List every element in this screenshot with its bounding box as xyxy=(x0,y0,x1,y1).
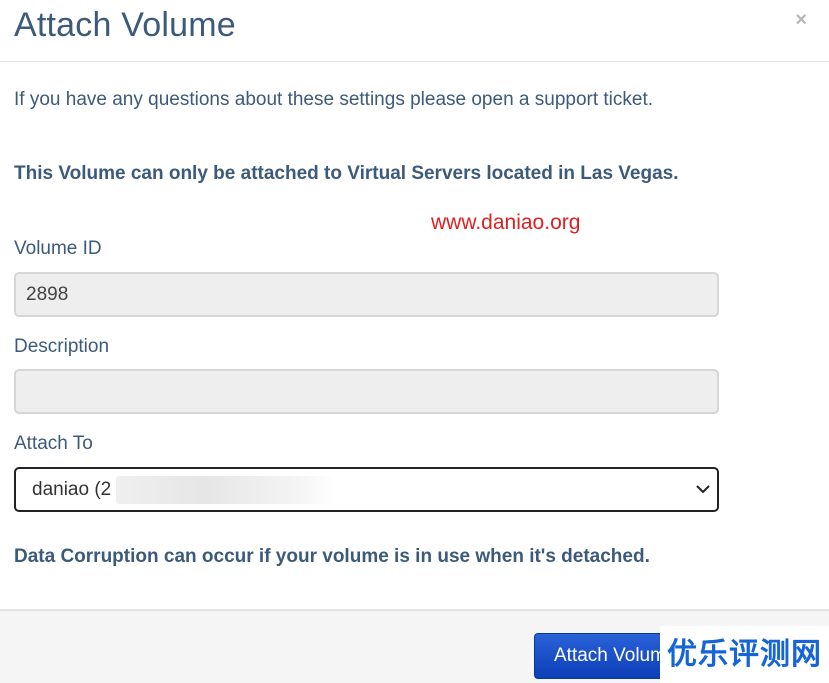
attach-to-select[interactable]: daniao (2 xyxy=(14,467,719,512)
description-label: Description xyxy=(14,336,110,357)
volume-id-label: Volume ID xyxy=(14,238,102,259)
intro-text: If you have any questions about these se… xyxy=(14,89,654,110)
data-corruption-warning: Data Corruption can occur if your volume… xyxy=(14,546,650,567)
chevron-down-icon xyxy=(696,485,710,494)
watermark-brand: 优乐评测网 xyxy=(660,626,829,683)
close-icon[interactable]: × xyxy=(795,10,807,30)
attach-to-selected-value: daniao (2 xyxy=(32,479,112,500)
dialog-title: Attach Volume xyxy=(14,6,236,44)
attach-to-label: Attach To xyxy=(14,433,93,454)
dialog-header: Attach Volume × xyxy=(0,0,829,62)
attach-volume-dialog: Attach Volume × If you have any question… xyxy=(0,0,829,683)
volume-id-field[interactable]: 2898 xyxy=(14,272,719,317)
description-field[interactable] xyxy=(14,369,719,414)
location-notice: This Volume can only be attached to Virt… xyxy=(14,163,679,184)
redacted-ip-blur xyxy=(116,476,336,504)
watermark-url: www.daniao.org xyxy=(431,211,581,234)
